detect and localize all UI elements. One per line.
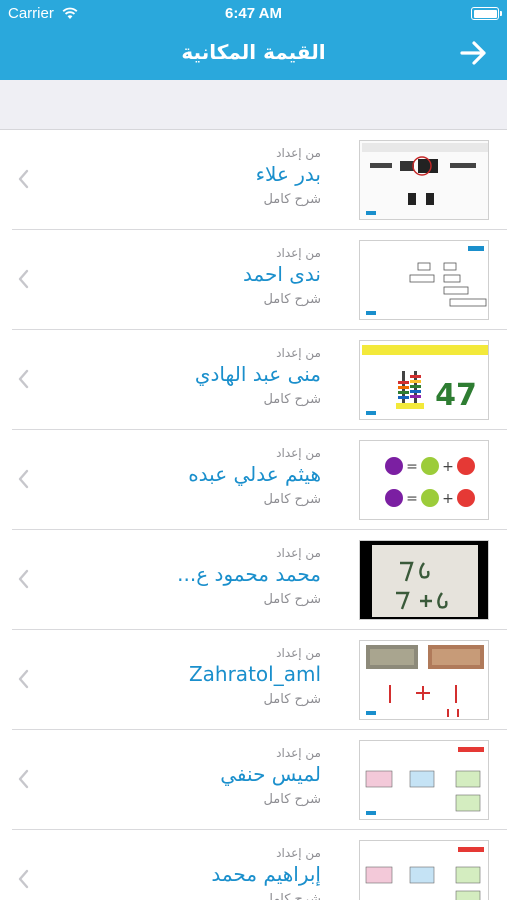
battery-icon	[471, 7, 502, 20]
list-item[interactable]: من إعداد Zahratol_aml شرح كامل	[0, 630, 507, 730]
page-title: القيمة المكانية	[181, 40, 326, 64]
prepared-by-label: من إعداد	[276, 146, 321, 160]
lesson-thumbnail	[359, 140, 489, 220]
author-name: محمد محمود ع...	[177, 562, 321, 586]
prepared-by-label: من إعداد	[276, 246, 321, 260]
author-name: Zahratol_aml	[188, 662, 321, 686]
author-name: ندى احمد	[242, 262, 321, 286]
lesson-description: شرح كامل	[263, 292, 321, 307]
chevron-left-icon	[18, 169, 29, 189]
lesson-thumbnail	[359, 540, 489, 620]
lesson-thumbnail	[359, 640, 489, 720]
svg-text:+: +	[442, 491, 454, 507]
author-name: بدر علاء	[255, 162, 321, 186]
chevron-left-icon	[18, 269, 29, 289]
prepared-by-label: من إعداد	[276, 546, 321, 560]
svg-text:=: =	[406, 459, 418, 475]
prepared-by-label: من إعداد	[276, 846, 321, 860]
lesson-description: شرح كامل	[263, 692, 321, 707]
lesson-thumbnail	[359, 240, 489, 320]
svg-text:=: =	[406, 491, 418, 507]
chevron-left-icon	[18, 869, 29, 889]
author-name: هيثم عدلي عبده	[188, 462, 321, 486]
lesson-description: شرح كامل	[263, 392, 321, 407]
list-item[interactable]: من إعداد محمد محمود ع... شرح كامل	[0, 530, 507, 630]
author-name: إبراهيم محمد	[211, 862, 321, 886]
lesson-description: شرح كامل	[263, 492, 321, 507]
prepared-by-label: من إعداد	[276, 646, 321, 660]
navigation-bar: القيمة المكانية	[0, 28, 507, 80]
prepared-by-label: من إعداد	[276, 746, 321, 760]
chevron-left-icon	[18, 769, 29, 789]
lesson-description: شرح كامل	[263, 892, 321, 900]
author-name: منى عبد الهادي	[194, 362, 321, 386]
list-item[interactable]: = + = + من إعداد هيثم عدلي عبده شرح كامل	[0, 430, 507, 530]
chevron-left-icon	[18, 369, 29, 389]
svg-text:47: 47	[435, 378, 477, 413]
svg-text:+: +	[442, 459, 454, 475]
lesson-thumbnail: = + = +	[359, 440, 489, 520]
lesson-description: شرح كامل	[263, 792, 321, 807]
status-time: 6:47 AM	[225, 5, 282, 22]
status-bar: Carrier 6:47 AM	[0, 0, 507, 28]
section-header	[0, 80, 507, 130]
list-item[interactable]: 47 من إعداد منى عبد الهادي شرح كامل	[0, 330, 507, 430]
chevron-left-icon	[18, 569, 29, 589]
prepared-by-label: من إعداد	[276, 446, 321, 460]
arrow-right-icon[interactable]	[459, 40, 489, 66]
chevron-left-icon	[18, 469, 29, 489]
list-item[interactable]: من إعداد إبراهيم محمد شرح كامل	[0, 830, 507, 900]
list-item[interactable]: من إعداد لميس حنفي شرح كامل	[0, 730, 507, 830]
lesson-description: شرح كامل	[263, 192, 321, 207]
lessons-list: من إعداد بدر علاء شرح كامل من إعداد ندى …	[0, 130, 507, 900]
list-item[interactable]: من إعداد ندى احمد شرح كامل	[0, 230, 507, 330]
lesson-description: شرح كامل	[263, 592, 321, 607]
chevron-left-icon	[18, 669, 29, 689]
lesson-thumbnail	[359, 740, 489, 820]
lesson-thumbnail	[359, 840, 489, 900]
list-item[interactable]: من إعداد بدر علاء شرح كامل	[0, 130, 507, 230]
lesson-thumbnail: 47	[359, 340, 489, 420]
author-name: لميس حنفي	[220, 762, 321, 786]
prepared-by-label: من إعداد	[276, 346, 321, 360]
